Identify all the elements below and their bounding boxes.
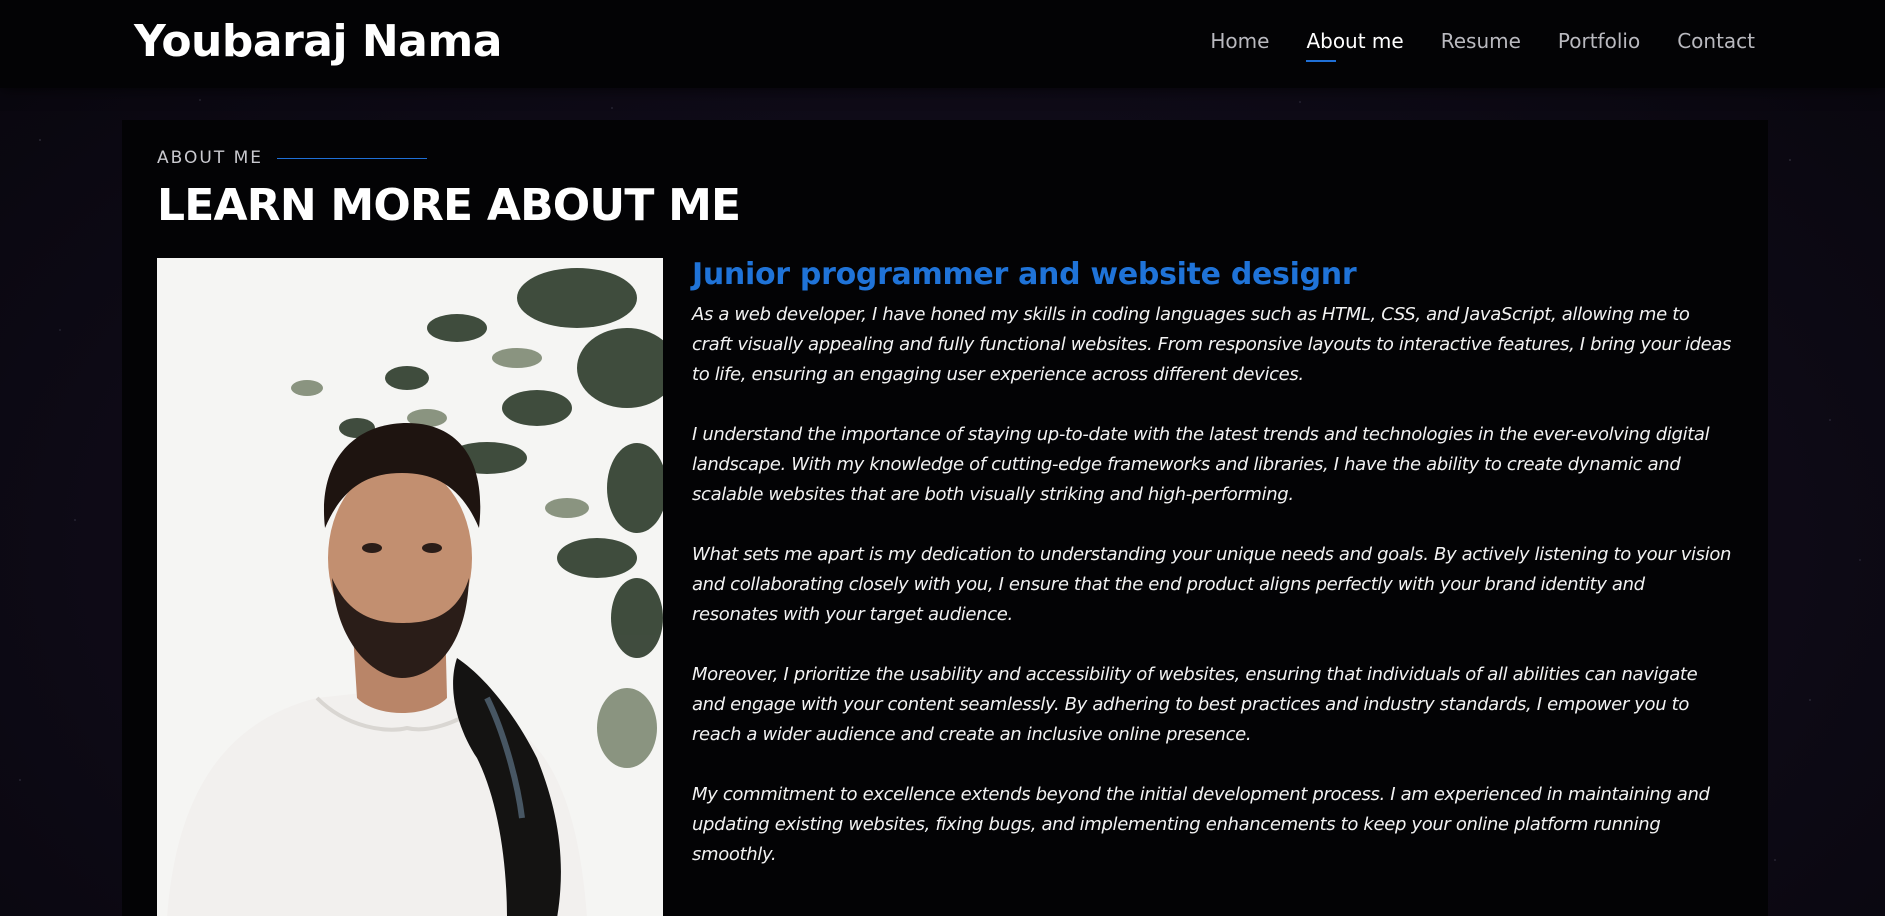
nav-portfolio[interactable]: Portfolio — [1558, 26, 1640, 56]
role-title: Junior programmer and website designr — [692, 257, 1357, 292]
bio-paragraph-3: What sets me apart is my dedication to u… — [692, 544, 1732, 625]
site-logo[interactable]: Youbaraj Nama — [134, 14, 502, 70]
section-title: LEARN MORE ABOUT ME — [157, 180, 741, 231]
nav-about-me[interactable]: About me — [1306, 26, 1404, 62]
bio-paragraph-2: I understand the importance of staying u… — [692, 424, 1710, 505]
bio-paragraph-5: My commitment to excellence extends beyo… — [692, 784, 1710, 865]
main-nav: Home About me Resume Portfolio Contact — [1210, 26, 1755, 62]
bio-paragraph-4: Moreover, I prioritize the usability and… — [692, 664, 1698, 745]
navbar: Youbaraj Nama Home About me Resume Portf… — [0, 0, 1885, 88]
section-label-text: ABOUT ME — [157, 148, 264, 168]
section-label: ABOUT ME — [157, 148, 428, 168]
nav-home[interactable]: Home — [1210, 26, 1269, 56]
profile-photo — [157, 258, 663, 916]
about-section: ABOUT ME LEARN MORE ABOUT ME Junior prog… — [122, 120, 1768, 916]
bio-paragraph-1: As a web developer, I have honed my skil… — [692, 304, 1732, 385]
nav-resume[interactable]: Resume — [1441, 26, 1521, 56]
nav-contact[interactable]: Contact — [1677, 26, 1755, 56]
section-label-divider — [277, 157, 428, 159]
page: Youbaraj Nama Home About me Resume Portf… — [0, 0, 1885, 916]
profile-photo-illustration — [157, 258, 663, 916]
about-content: Junior programmer and website designr As… — [692, 254, 1732, 900]
